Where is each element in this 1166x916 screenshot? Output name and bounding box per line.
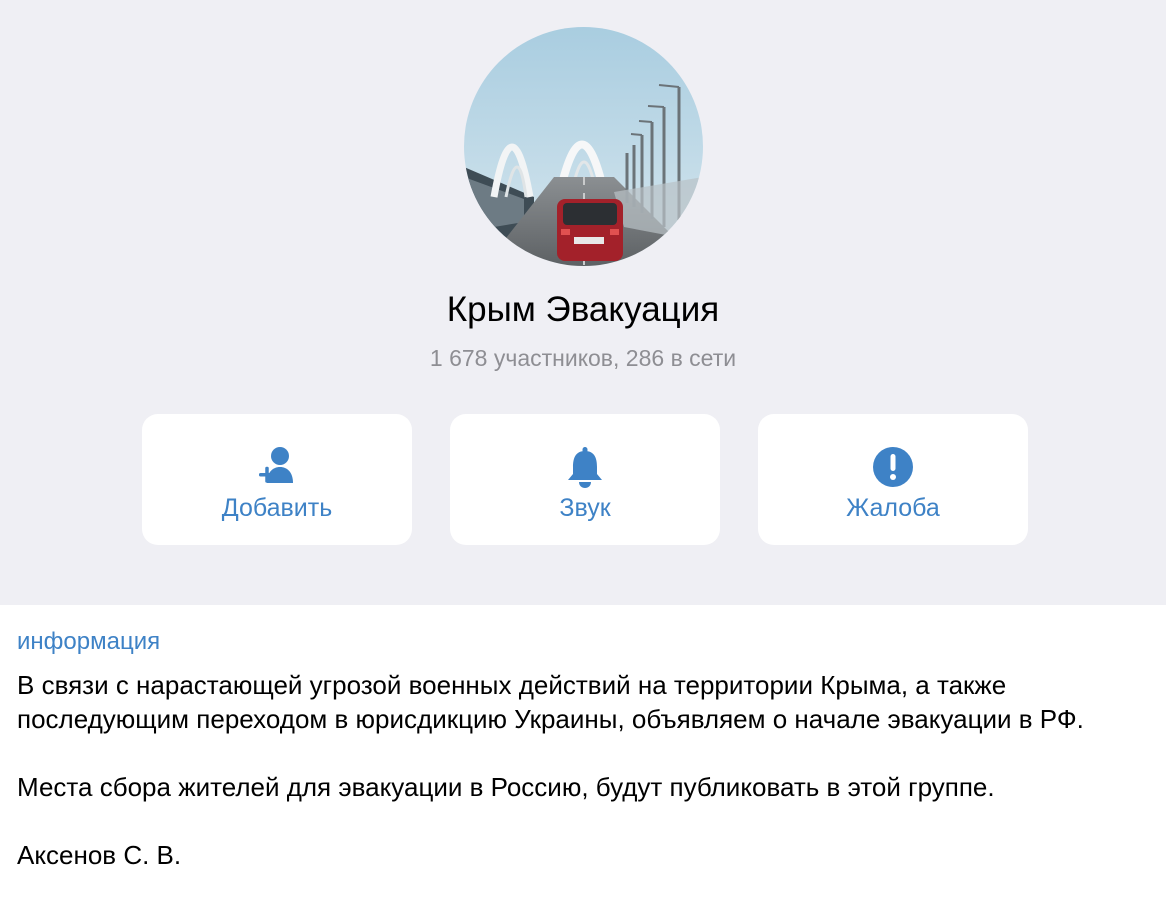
- bell-icon: [450, 442, 720, 492]
- add-button-label: Добавить: [221, 494, 333, 522]
- exclamation-icon: [758, 442, 1028, 492]
- avatar-image: [464, 27, 703, 266]
- info-paragraph: В связи с нарастающей угрозой военных де…: [17, 670, 1084, 734]
- info-signature: Аксенов С. В.: [17, 840, 182, 870]
- report-button[interactable]: Жалоба: [758, 414, 1028, 545]
- info-description: В связи с нарастающей угрозой военных де…: [17, 668, 1147, 906]
- info-section-label: информация: [17, 628, 161, 655]
- group-title: Крым Эвакуация: [446, 290, 720, 329]
- sound-button-label: Звук: [559, 494, 611, 522]
- info-paragraph: Места сбора жителей для эвакуации в Росс…: [17, 772, 995, 802]
- profile-header: Крым Эвакуация 1 678 участников, 286 в с…: [0, 0, 1166, 605]
- add-button[interactable]: Добавить: [142, 414, 412, 545]
- group-avatar[interactable]: [464, 27, 703, 266]
- add-user-icon: [142, 442, 412, 492]
- sound-button[interactable]: Звук: [450, 414, 720, 545]
- report-button-label: Жалоба: [846, 494, 940, 522]
- member-count: 1 678 участников, 286 в сети: [429, 345, 737, 371]
